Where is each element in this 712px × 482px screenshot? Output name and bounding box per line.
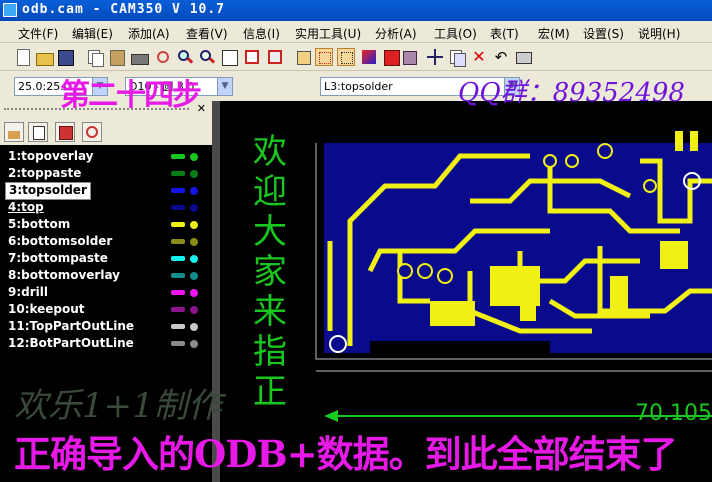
layer-visibility-dot[interactable]: [190, 221, 198, 229]
app-icon: [3, 3, 17, 17]
board-area: [324, 143, 712, 353]
menu-bar: 文件(F) 编辑(E) 添加(A) 查看(V) 信息(I) 实用工具(U) 分析…: [0, 21, 712, 43]
menu-file[interactable]: 文件(F): [18, 25, 58, 42]
display-icon[interactable]: [400, 48, 418, 66]
layer-visibility-dot[interactable]: [190, 272, 198, 280]
save-icon[interactable]: [56, 48, 74, 66]
open-folder-icon[interactable]: [35, 48, 54, 66]
zoom-window-icon[interactable]: [220, 48, 238, 66]
layer-color-swatch[interactable]: [171, 188, 185, 193]
menu-info[interactable]: 信息(I): [243, 25, 280, 42]
welcome-char: 正: [253, 372, 287, 412]
layer-visibility-dot[interactable]: [190, 289, 198, 297]
welcome-char: 欢: [253, 132, 287, 172]
redraw-icon[interactable]: [154, 48, 172, 66]
dimension-label: 70.105: [635, 401, 712, 426]
welcome-char: 大: [253, 212, 287, 252]
welcome-char: 家: [253, 252, 287, 292]
menu-tables[interactable]: 表(T): [490, 25, 519, 42]
menu-edit[interactable]: 编辑(E): [72, 25, 113, 42]
zoom-out-icon[interactable]: [198, 48, 216, 66]
draw-mode-icon[interactable]: [382, 48, 400, 66]
layer-item[interactable]: 5:bottom: [8, 217, 70, 233]
menu-help[interactable]: 说明(H): [638, 25, 680, 42]
layer-color-swatch[interactable]: [171, 324, 185, 329]
menu-add[interactable]: 添加(A): [128, 25, 170, 42]
snap-grid-icon[interactable]: [337, 48, 355, 66]
menu-macro[interactable]: 宏(M): [538, 25, 570, 42]
menu-view[interactable]: 查看(V): [186, 25, 228, 42]
layer-item[interactable]: 12:BotPartOutLine: [8, 336, 134, 352]
welcome-char: 来: [253, 292, 287, 332]
main-toolbar: ✕ ↶: [0, 43, 712, 71]
layer-color-swatch[interactable]: [171, 290, 185, 295]
layer-edit-icon[interactable]: [4, 122, 24, 142]
layer-color-swatch[interactable]: [171, 171, 185, 176]
measure-icon[interactable]: [514, 48, 532, 66]
menu-settings[interactable]: 设置(S): [583, 25, 624, 42]
window-title: odb.cam - CAM350 V 10.7: [22, 2, 226, 17]
layer-item[interactable]: 7:bottompaste: [8, 251, 108, 267]
layer-color-swatch[interactable]: [171, 341, 185, 346]
layer-panel-buttons: [0, 117, 212, 145]
copy-objects-icon[interactable]: [448, 48, 466, 67]
layer-colors-icon[interactable]: [360, 48, 378, 66]
layer-visibility-dot[interactable]: [190, 238, 198, 246]
undo-icon[interactable]: ↶: [492, 48, 510, 66]
menu-utilities[interactable]: 实用工具(U): [295, 25, 361, 42]
menu-analysis[interactable]: 分析(A): [375, 25, 417, 42]
zoom-all-icon[interactable]: [243, 48, 261, 66]
layer-item[interactable]: 6:bottomsolder: [8, 234, 112, 250]
move-icon[interactable]: [426, 48, 444, 66]
step-banner: 第二十四步: [60, 78, 202, 113]
chevron-down-icon[interactable]: ▼: [217, 78, 232, 95]
layer-color-swatch[interactable]: [171, 256, 185, 261]
welcome-char: 指: [253, 332, 287, 372]
layer-color-swatch[interactable]: [171, 154, 185, 159]
menu-tools[interactable]: 工具(O): [434, 25, 477, 42]
layer-item[interactable]: 11:TopPartOutLine: [8, 319, 134, 335]
layer-color-swatch[interactable]: [171, 222, 185, 227]
layer-visibility-dot[interactable]: [190, 153, 198, 161]
paste-icon[interactable]: [108, 48, 126, 66]
bottom-note: 正确导入的ODB+数据。到此全部结束了: [14, 432, 678, 476]
layer-visibility-dot[interactable]: [190, 204, 198, 212]
layer-visibility-dot[interactable]: [190, 187, 198, 195]
layer-item[interactable]: 10:keepout: [8, 302, 85, 318]
copy-icon[interactable]: [86, 48, 104, 67]
layer-item[interactable]: 4:top: [8, 200, 44, 216]
layer-visibility-dot[interactable]: [190, 170, 198, 178]
grid-icon[interactable]: [315, 48, 333, 66]
new-file-icon[interactable]: [14, 48, 32, 66]
layer-delete-icon[interactable]: [82, 122, 102, 142]
zoom-in-icon[interactable]: [176, 48, 194, 66]
layer-table-icon[interactable]: [55, 122, 75, 142]
layer-visibility-dot[interactable]: [190, 306, 198, 314]
qq-group-banner: QQ群：89352498: [458, 78, 685, 108]
layer-color-swatch[interactable]: [171, 307, 185, 312]
layer-item[interactable]: 9:drill: [8, 285, 48, 301]
zoom-previous-icon[interactable]: [266, 48, 284, 66]
layer-item[interactable]: 1:topoverlay: [8, 149, 94, 165]
welcome-text: 欢 迎 大 家 来 指 正: [248, 132, 292, 412]
layer-color-swatch[interactable]: [171, 273, 185, 278]
layer-item[interactable]: 2:toppaste: [8, 166, 81, 182]
layer-add-icon[interactable]: [28, 122, 48, 142]
layer-color-swatch[interactable]: [171, 239, 185, 244]
delete-icon[interactable]: ✕: [470, 48, 488, 66]
layer-item-active[interactable]: 3:topsolder: [5, 182, 91, 200]
layer-item[interactable]: 8:bottomoverlay: [8, 268, 120, 284]
print-icon[interactable]: [130, 48, 149, 66]
title-bar: odb.cam - CAM350 V 10.7: [0, 0, 712, 21]
pan-icon[interactable]: [294, 48, 312, 66]
layer-select-value: L3:topsolder: [324, 80, 393, 93]
credit-text: 欢乐1+1制作: [14, 386, 222, 426]
layer-color-swatch[interactable]: [171, 205, 185, 210]
layer-visibility-dot[interactable]: [190, 323, 198, 331]
layer-visibility-dot[interactable]: [190, 340, 198, 348]
layer-visibility-dot[interactable]: [190, 255, 198, 263]
dimension-arrowhead: [324, 410, 338, 422]
welcome-char: 迎: [253, 172, 287, 212]
